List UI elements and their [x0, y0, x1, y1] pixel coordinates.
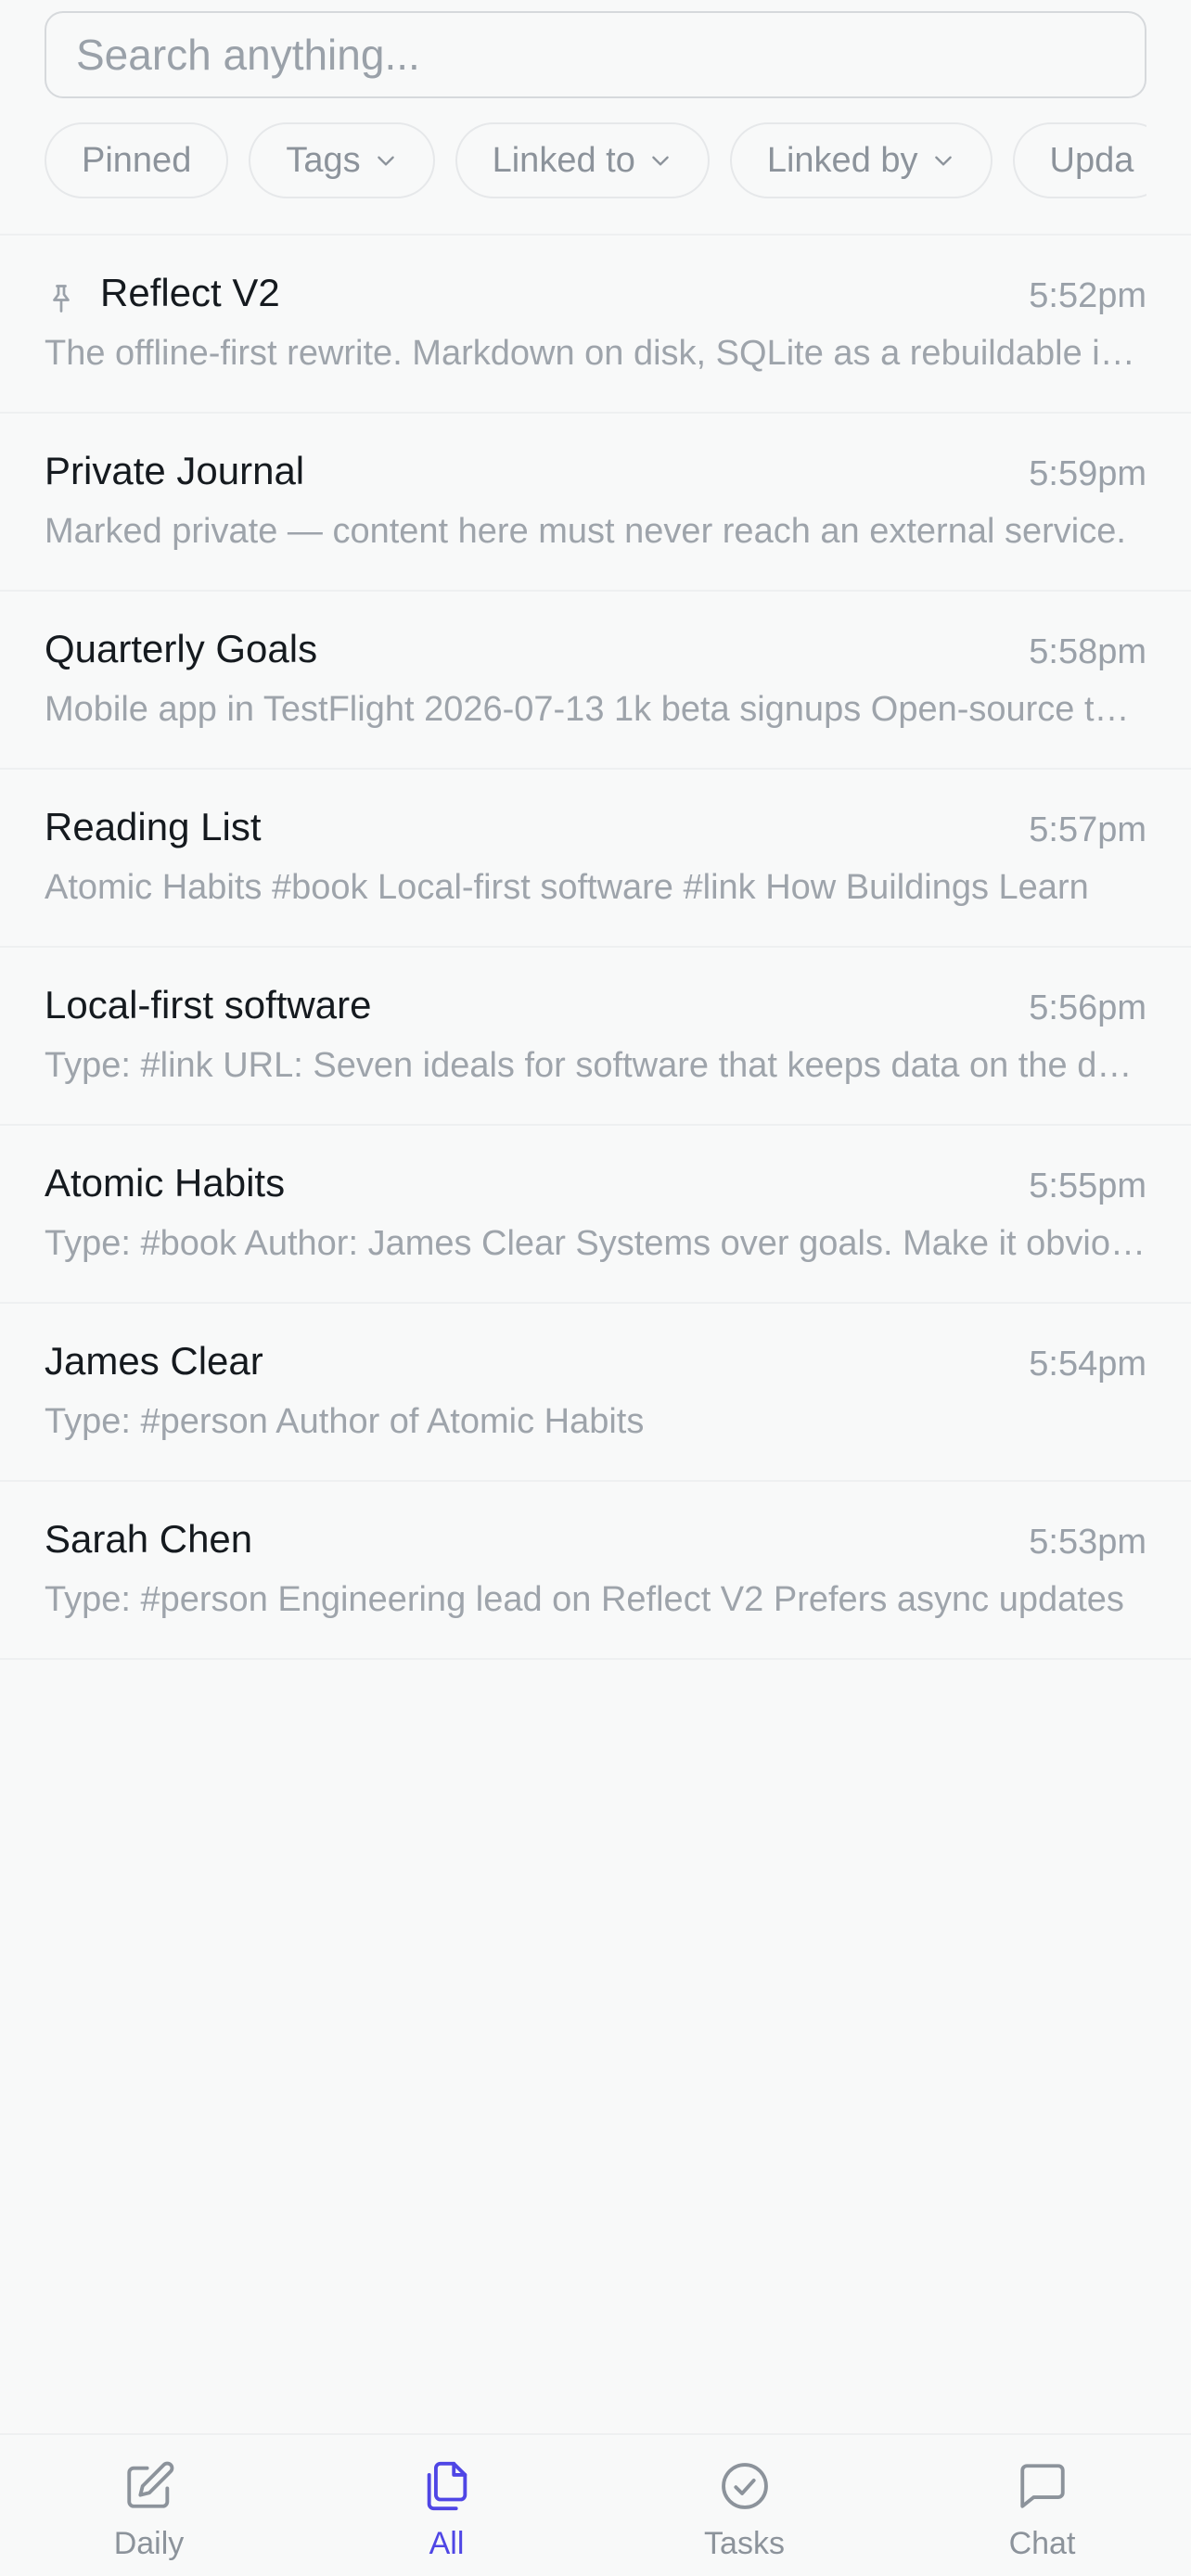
filter-chip-label: Linked to [492, 140, 635, 180]
note-row[interactable]: Local-first software 5:56pm Type: #link UR… [0, 948, 1191, 1126]
note-time: 5:55pm [1029, 1167, 1146, 1205]
nav-tab-label: Chat [1008, 2526, 1076, 2561]
note-row[interactable]: Reading List 5:57pm Atomic Habits #book Lo… [0, 770, 1191, 948]
search-box[interactable] [45, 11, 1146, 98]
note-preview: Type: #person Author of Atomic Habits [45, 1402, 645, 1441]
note-title: Sarah Chen [45, 1517, 253, 1561]
note-row[interactable]: Quarterly Goals 5:58pm Mobile app in TestF… [0, 592, 1191, 770]
note-preview: Atomic Habits #book Local-first software… [45, 868, 1089, 907]
chevron-down-icon [648, 148, 672, 172]
note-row[interactable]: Private Journal 5:59pm Marked private — co… [0, 414, 1191, 592]
note-row[interactable]: James Clear 5:54pm Type: #person Author of… [0, 1304, 1191, 1482]
check-circle-icon [718, 2459, 772, 2513]
notes-list: Reflect V2 5:52pm The offline-first rewrit… [0, 236, 1191, 1660]
chevron-down-icon [931, 148, 955, 172]
note-time: 5:52pm [1029, 276, 1146, 315]
nav-tab-chat[interactable]: Chat [893, 2435, 1191, 2576]
note-title: James Clear [45, 1339, 263, 1383]
note-time: 5:54pm [1029, 1345, 1146, 1384]
filter-chip-pinned[interactable]: Pinned [45, 122, 229, 198]
notes-screen: Pinned Tags Linked to Linked by Upda Reflect… [0, 0, 1191, 2576]
note-preview: Mobile app in TestFlight 2026-07-13 1k b… [45, 690, 1146, 729]
filter-chip-label: Linked by [766, 140, 918, 180]
note-title: Reading List [45, 805, 262, 848]
filter-chip-label: Pinned [82, 140, 192, 180]
nav-tab-label: Tasks [704, 2526, 785, 2561]
filter-chips: Pinned Tags Linked to Linked by Upda [45, 122, 1146, 200]
note-title: Private Journal [45, 449, 305, 492]
filter-chip-label: Tags [286, 140, 361, 180]
note-title: Reflect V2 [100, 271, 280, 314]
chat-icon [1016, 2459, 1069, 2513]
note-title: Quarterly Goals [45, 627, 318, 670]
nav-tab-daily[interactable]: Daily [0, 2435, 298, 2576]
chevron-down-icon [374, 148, 398, 172]
filter-chip-label: Upda [1049, 140, 1134, 180]
note-preview: Type: #book Author: James Clear Systems … [45, 1224, 1146, 1263]
nav-tab-label: Daily [113, 2526, 185, 2561]
note-time: 5:59pm [1029, 454, 1146, 493]
nav-tab-all[interactable]: All [298, 2435, 596, 2576]
note-row[interactable]: Atomic Habits 5:55pm Type: #book Author: J… [0, 1126, 1191, 1304]
note-time: 5:58pm [1029, 632, 1146, 671]
filter-chip-upda[interactable]: Upda [1012, 122, 1146, 198]
note-time: 5:56pm [1029, 988, 1146, 1027]
search-input[interactable] [76, 30, 1145, 80]
edit-icon [122, 2459, 176, 2513]
filter-chip-linked-to[interactable]: Linked to [455, 122, 710, 198]
note-row[interactable]: Sarah Chen 5:53pm Type: #person Engineerin… [0, 1482, 1191, 1660]
filter-chip-tags[interactable]: Tags [249, 122, 435, 198]
documents-icon [420, 2459, 474, 2513]
note-preview: The offline-first rewrite. Markdown on d… [45, 334, 1146, 373]
nav-tab-tasks[interactable]: Tasks [596, 2435, 893, 2576]
note-row[interactable]: Reflect V2 5:52pm The offline-first rewrit… [0, 236, 1191, 414]
note-time: 5:53pm [1029, 1523, 1146, 1562]
note-title: Atomic Habits [45, 1161, 286, 1205]
note-preview: Type: #person Engineering lead on Reflec… [45, 1580, 1124, 1619]
nav-tab-label: All [429, 2526, 465, 2561]
note-preview: Marked private — content here must never… [45, 512, 1126, 551]
pin-icon [45, 282, 78, 315]
filter-chip-linked-by[interactable]: Linked by [729, 122, 992, 198]
note-title: Local-first software [45, 983, 372, 1027]
note-preview: Type: #link URL: Seven ideals for softwa… [45, 1046, 1146, 1085]
note-time: 5:57pm [1029, 810, 1146, 849]
bottom-navigation: Daily All Tasks Chat [0, 2433, 1191, 2576]
